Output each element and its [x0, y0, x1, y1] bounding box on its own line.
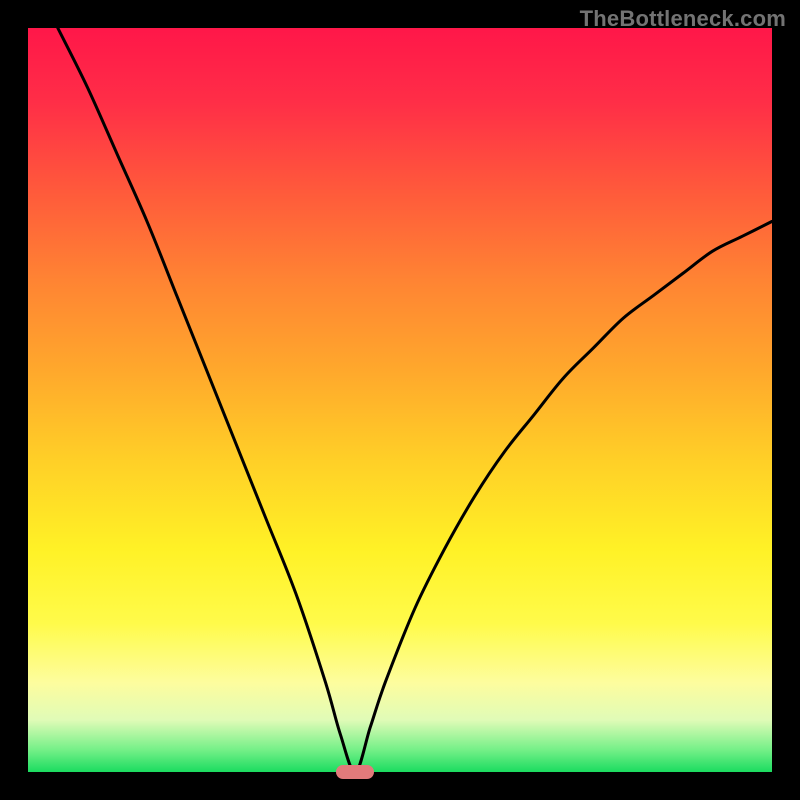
bottleneck-curve	[28, 28, 772, 772]
chart-plot-area	[28, 28, 772, 772]
watermark-text: TheBottleneck.com	[580, 6, 786, 32]
chart-frame: TheBottleneck.com	[0, 0, 800, 800]
curve-path	[58, 28, 772, 772]
optimal-marker	[336, 765, 374, 779]
